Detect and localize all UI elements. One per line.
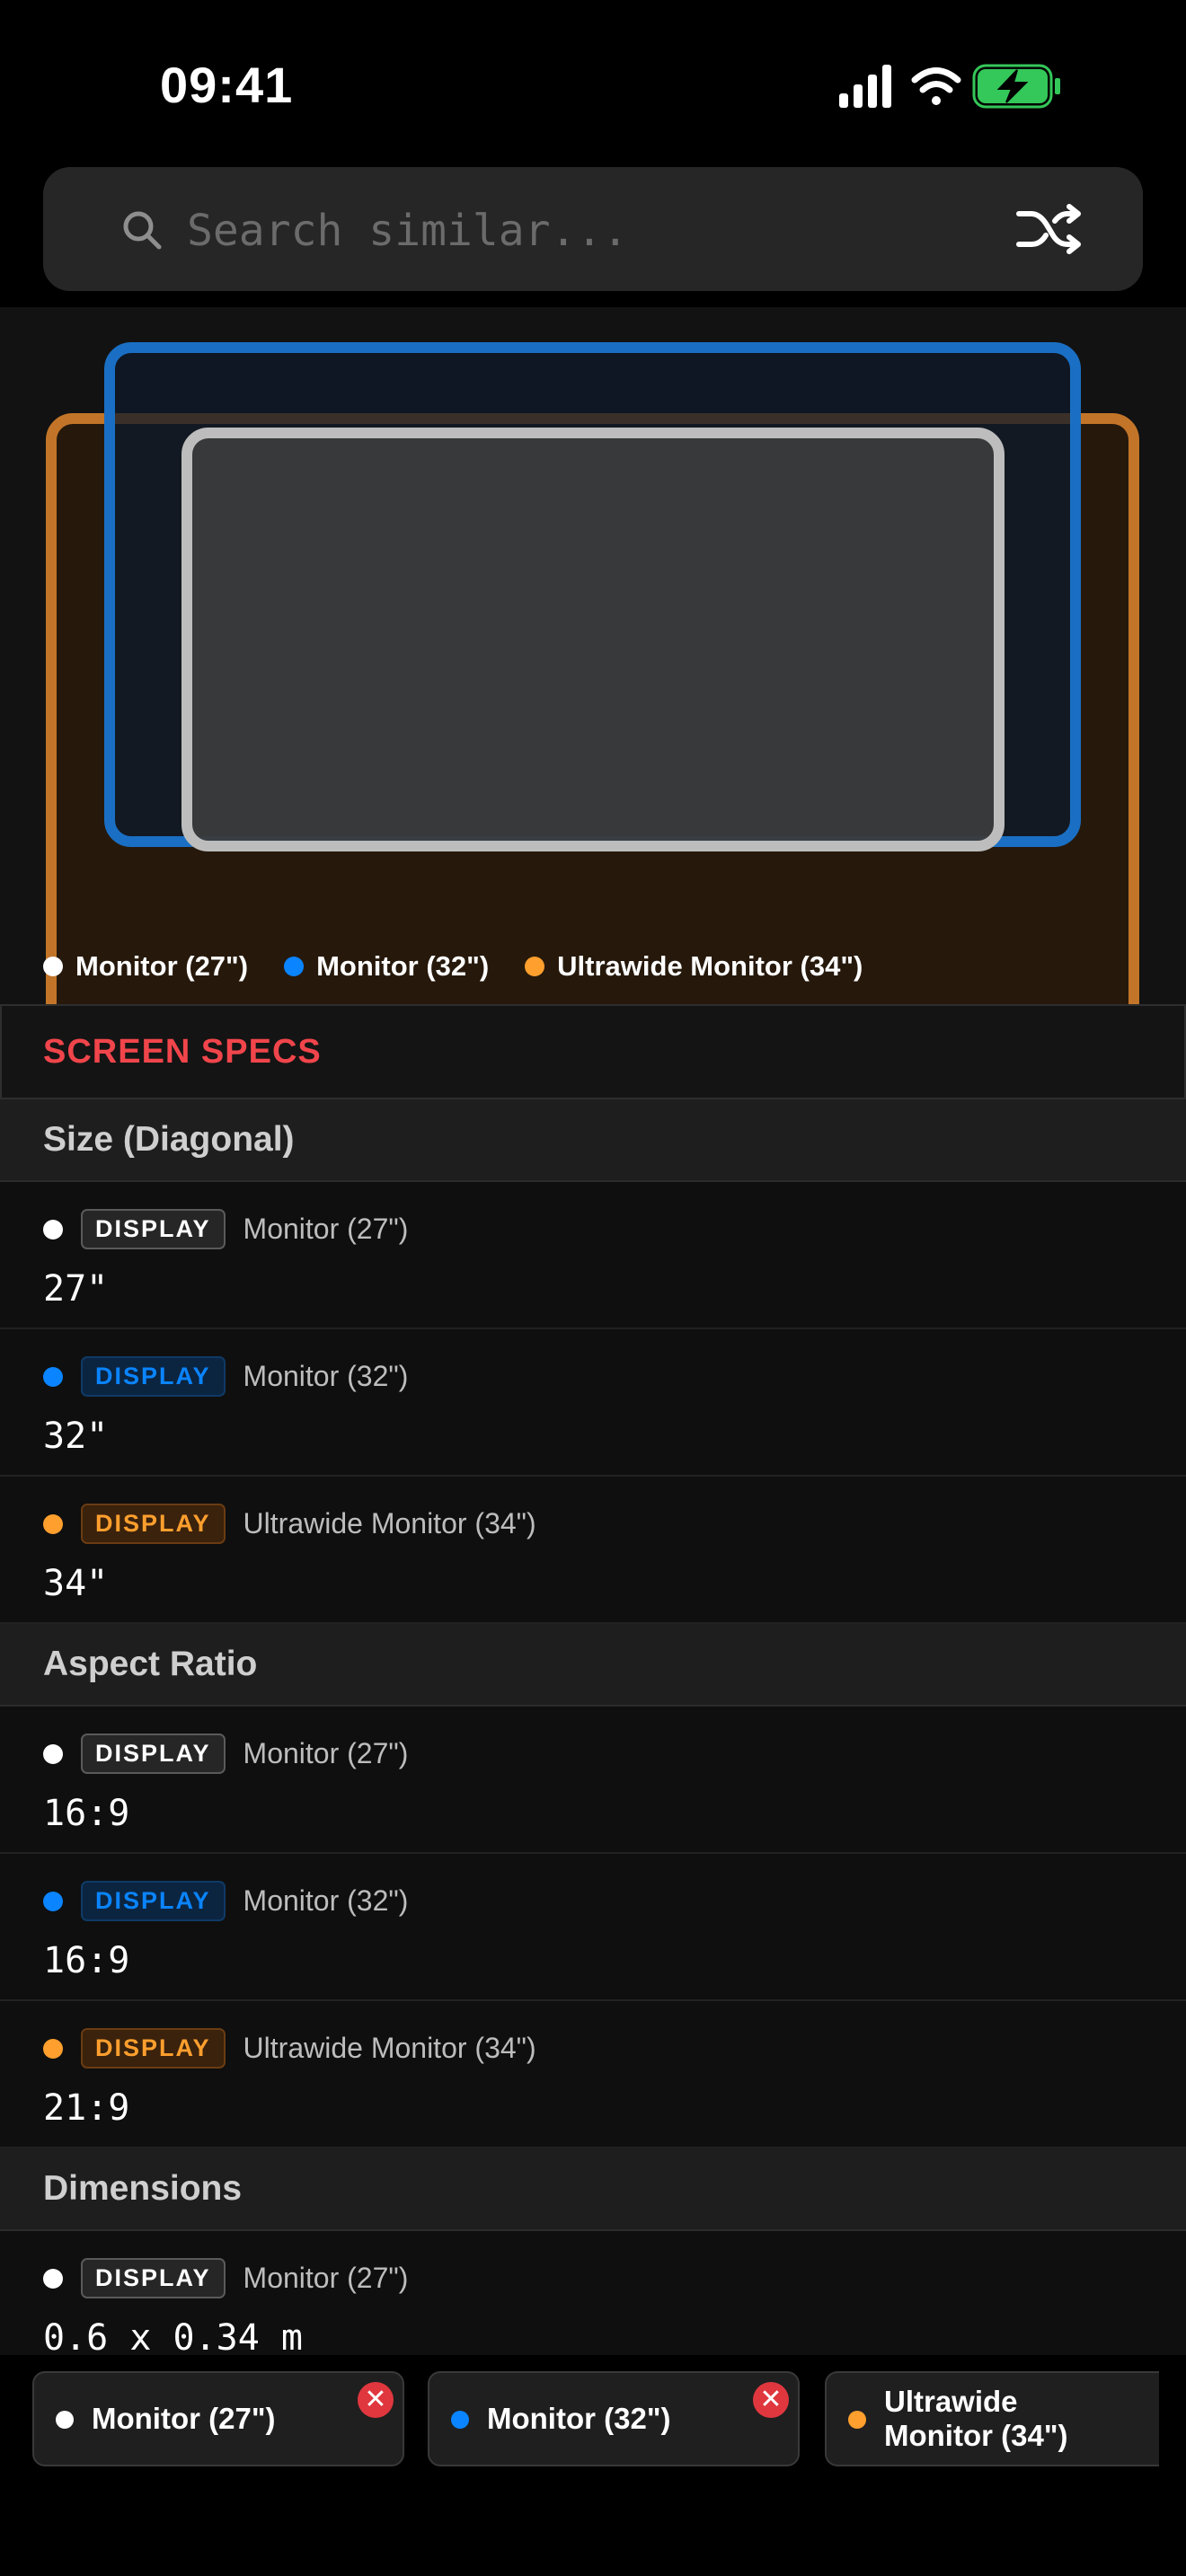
group-header-dimensions: Dimensions [0, 2148, 1186, 2231]
spec-row: DISPLAY Ultrawide Monitor (34") 34" [0, 1477, 1186, 1624]
spec-row: DISPLAY Monitor (32") 32" [0, 1329, 1186, 1477]
spec-value: 27" [43, 1268, 109, 1310]
color-dot [43, 1366, 63, 1387]
spec-product-name: Monitor (27") [243, 1737, 409, 1769]
legend-label: Ultrawide Monitor (34") [557, 950, 863, 982]
close-icon[interactable]: ✕ [753, 2382, 789, 2418]
display-badge: DISPLAY [81, 1504, 226, 1544]
spec-row: DISPLAY Monitor (27") 27" [0, 1182, 1186, 1329]
spec-product-name: Monitor (27") [243, 1213, 409, 1245]
color-dot [43, 2268, 63, 2289]
spec-value: 21:9 [43, 2087, 130, 2129]
color-dot [43, 957, 63, 976]
spec-product-name: Monitor (27") [243, 2262, 409, 2294]
legend-item-monitor-27: Monitor (27") [43, 950, 248, 983]
compare-chip-ultrawide-34[interactable]: Ultrawide Monitor (34") [825, 2371, 1159, 2466]
color-dot [43, 1891, 63, 1911]
color-dot [43, 1743, 63, 1764]
legend: Monitor (27") Monitor (32") Ultrawide Mo… [43, 950, 863, 983]
search-input[interactable]: Search similar... [187, 208, 628, 253]
compare-chip-monitor-32[interactable]: Monitor (32") ✕ [428, 2371, 800, 2466]
group-header-aspect-ratio: Aspect Ratio [0, 1624, 1186, 1707]
chip-label: Monitor (32") [487, 2402, 671, 2435]
compare-tray: Monitor (27") ✕ Monitor (32") ✕ Ultrawid… [0, 2355, 1186, 2576]
spec-product-name: Ultrawide Monitor (34") [243, 2032, 536, 2064]
color-dot [451, 2411, 469, 2429]
spec-row: DISPLAY Monitor (32") 16:9 [0, 1854, 1186, 2001]
spec-row: DISPLAY Monitor (27") 16:9 [0, 1707, 1186, 1854]
spec-value: 0.6 x 0.34 m [43, 2317, 303, 2359]
color-dot [525, 957, 545, 976]
display-badge: DISPLAY [81, 1356, 226, 1397]
wifi-icon [911, 67, 961, 105]
status-bar: 09:41 [0, 0, 1186, 167]
legend-label: Monitor (27") [75, 950, 249, 982]
spec-product-name: Monitor (32") [243, 1360, 409, 1392]
spec-value: 32" [43, 1416, 109, 1457]
search-icon [123, 211, 162, 250]
status-icons [839, 64, 1060, 109]
display-badge: DISPLAY [81, 2028, 226, 2069]
chip-label: Ultrawide Monitor (34") [884, 2385, 1068, 2452]
display-badge: DISPLAY [81, 1209, 226, 1249]
size-comparison-preview [0, 307, 1186, 1004]
compare-chip-monitor-27[interactable]: Monitor (27") ✕ [32, 2371, 404, 2466]
specs-table: SCREEN SPECS Size (Diagonal) DISPLAY Mon… [0, 1004, 1186, 2378]
color-dot [43, 1513, 63, 1534]
spec-value: 16:9 [43, 1793, 130, 1834]
section-title: SCREEN SPECS [0, 1004, 1186, 1099]
color-dot [43, 2038, 63, 2059]
group-header-size: Size (Diagonal) [0, 1099, 1186, 1182]
legend-label: Monitor (32") [316, 950, 490, 982]
spec-product-name: Monitor (32") [243, 1884, 409, 1917]
chip-label: Monitor (27") [92, 2402, 276, 2435]
status-time: 09:41 [160, 57, 294, 113]
display-badge: DISPLAY [81, 1881, 226, 1921]
cellular-signal-icon [839, 65, 891, 108]
close-icon[interactable]: ✕ [358, 2382, 394, 2418]
monitor-27-outline [181, 428, 1005, 851]
search-bar[interactable]: Search similar... [43, 167, 1143, 291]
legend-item-monitor-32: Monitor (32") [284, 950, 489, 983]
spec-value: 34" [43, 1563, 109, 1604]
spec-value: 16:9 [43, 1940, 130, 1981]
color-dot [56, 2411, 74, 2429]
spec-product-name: Ultrawide Monitor (34") [243, 1507, 536, 1539]
color-dot [43, 1219, 63, 1239]
spec-row: DISPLAY Ultrawide Monitor (34") 21:9 [0, 2001, 1186, 2148]
shuffle-icon[interactable] [1013, 199, 1085, 259]
battery-charging-icon [972, 64, 1060, 109]
legend-item-ultrawide-34: Ultrawide Monitor (34") [525, 950, 863, 983]
display-badge: DISPLAY [81, 1734, 226, 1774]
display-badge: DISPLAY [81, 2258, 226, 2298]
color-dot [284, 957, 305, 976]
color-dot [848, 2411, 866, 2429]
